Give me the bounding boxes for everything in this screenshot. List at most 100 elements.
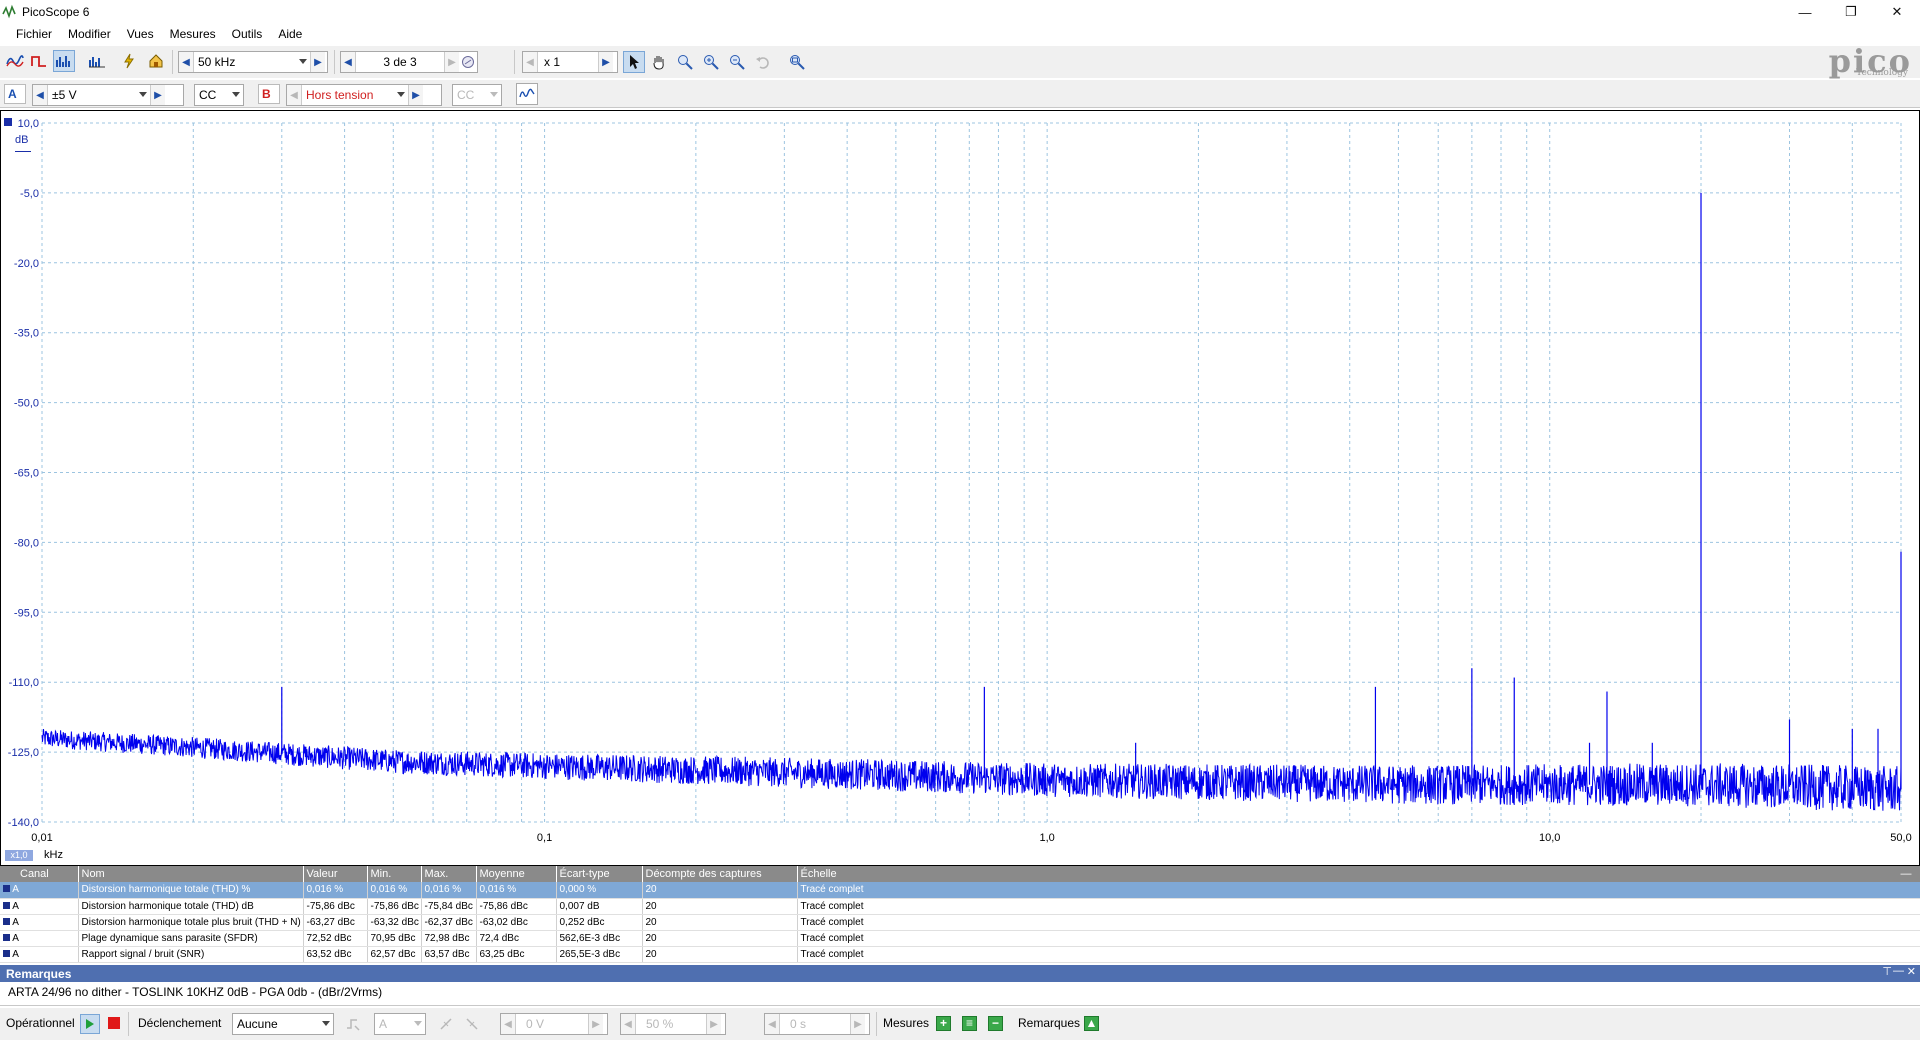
timebase-prev-icon[interactable]: ◀ [179,52,193,72]
col-header-canal[interactable]: Canal [0,866,79,882]
col-header-echelle-label: Échelle [800,868,837,880]
collapse-icon[interactable]: — [1901,868,1912,880]
trigger-level-next-icon[interactable]: ▶ [589,1014,603,1034]
zoom-factor-prev-icon[interactable]: ◀ [523,52,537,72]
falling-edge-icon[interactable] [462,1013,484,1035]
advanced-trigger-icon[interactable] [342,1013,364,1035]
channel-b-coupling-select[interactable]: CC [452,84,502,106]
trigger-delay-spinner[interactable]: ◀ 0 s ▶ [764,1013,870,1035]
col-header-nom[interactable]: Nom [78,866,304,882]
pretrigger-prev-icon[interactable]: ◀ [621,1014,635,1034]
channel-a-range-prev-icon[interactable]: ◀ [33,85,47,105]
timebase-spinner[interactable]: ◀ 50 kHz ▶ [178,51,328,73]
table-row[interactable]: A Distorsion harmonique totale (THD) dB … [0,898,1920,915]
add-measurement-button[interactable]: + [936,1016,951,1031]
minimize-button[interactable]: — [1782,0,1828,24]
channel-a-coupling-select[interactable]: CC [194,84,244,106]
buffer-navigator[interactable]: ◀ 3 de 3 ▶ [340,51,478,73]
channel-b-range-next-icon[interactable]: ▶ [409,85,423,105]
chevron-down-icon [139,92,147,97]
cell-ecart-type: 0,000 % [556,882,643,899]
trigger-channel-select[interactable]: A [374,1013,426,1035]
edit-measurement-button[interactable]: ≡ [962,1016,977,1031]
trigger-mode-select[interactable]: Aucune [232,1013,334,1035]
math-channels-icon[interactable] [516,83,538,105]
col-header-max[interactable]: Max. [421,866,477,882]
zoom-factor-spinner[interactable]: ◀ x 1 ▶ [522,51,618,73]
maximize-button[interactable]: ❐ [1828,0,1874,24]
pretrigger-value[interactable]: 50 % [635,1014,707,1034]
minimize-panel-icon[interactable]: — [1893,965,1904,977]
trigger-delay-next-icon[interactable]: ▶ [851,1014,865,1034]
zoom-factor-next-icon[interactable]: ▶ [599,52,613,72]
channel-a-range-select[interactable]: ±5 V [47,85,151,105]
timebase-select[interactable]: 50 kHz [193,52,311,72]
channel-a-axis-marker[interactable] [4,118,12,126]
menu-outils[interactable]: Outils [224,27,271,41]
zoom-in-icon[interactable] [700,51,722,73]
channel-b-range-prev-icon[interactable]: ◀ [287,85,301,105]
add-view-icon[interactable] [86,50,108,72]
rising-edge-icon[interactable] [436,1013,458,1035]
col-header-echelle[interactable]: Échelle — [797,866,1920,882]
pretrigger-spinner[interactable]: ◀ 50 % ▶ [620,1013,726,1035]
menu-vues[interactable]: Vues [119,27,162,41]
zoom-overview-icon[interactable] [786,51,808,73]
channel-b-range-spinner[interactable]: ◀ Hors tension ▶ [286,84,442,106]
toggle-remarks-button[interactable]: ▲ [1084,1016,1099,1031]
persistence-mode-icon[interactable] [28,50,50,72]
close-panel-icon[interactable]: ✕ [1907,965,1916,978]
pointer-tool-icon[interactable] [623,51,645,73]
trigger-delay-prev-icon[interactable]: ◀ [765,1014,779,1034]
pretrigger-next-icon[interactable]: ▶ [707,1014,721,1034]
capture-counter[interactable]: 3 de 3 [355,52,445,72]
auto-setup-icon[interactable] [118,50,140,72]
channel-a-range-next-icon[interactable]: ▶ [151,85,165,105]
channel-a-button[interactable]: A [4,84,26,104]
hand-tool-icon[interactable] [648,51,670,73]
table-row[interactable]: A Plage dynamique sans parasite (SFDR) 7… [0,930,1920,947]
channel-b-button[interactable]: B [258,84,280,104]
menu-fichier[interactable]: Fichier [8,27,60,41]
scope-mode-icon[interactable] [4,50,26,72]
col-header-valeur[interactable]: Valeur [303,866,368,882]
spectrum-plot[interactable]: 10,0 -5,0 -20,0 -35,0 -50,0 -65,0 -80,0 -95,0 -1… [1,111,1919,865]
menu-mesures[interactable]: Mesures [162,27,224,41]
close-button[interactable]: ✕ [1874,0,1920,24]
channel-a-range-spinner[interactable]: ◀ ±5 V ▶ [32,84,184,106]
menu-aide[interactable]: Aide [270,27,310,41]
buffer-prev-icon[interactable]: ◀ [341,52,355,72]
trigger-delay-value[interactable]: 0 s [779,1014,851,1034]
stop-button[interactable] [108,1017,120,1029]
trigger-level-spinner[interactable]: ◀ 0 V ▶ [500,1013,608,1035]
trigger-level-prev-icon[interactable]: ◀ [501,1014,515,1034]
remarks-text-area[interactable]: ARTA 24/96 no dither - TOSLINK 10KHZ 0dB… [0,982,1920,1006]
spectrum-mode-icon[interactable] [53,50,75,72]
delete-measurement-button[interactable]: − [988,1016,1003,1031]
col-header-ecart-type[interactable]: Écart-type [556,866,643,882]
timebase-next-icon[interactable]: ▶ [311,52,325,72]
col-header-min[interactable]: Min. [367,866,422,882]
table-row[interactable]: A Distorsion harmonique totale (THD) % 0… [0,882,1920,899]
zoom-factor-value[interactable]: x 1 [537,52,599,72]
y-axis-offset-marker[interactable] [15,151,31,152]
channel-b-range-select[interactable]: Hors tension [301,85,409,105]
x-axis-multiplier-badge[interactable]: x1,0 [5,850,33,861]
col-header-decompte[interactable]: Décompte des captures [642,866,798,882]
buffer-next-icon[interactable]: ▶ [445,52,459,72]
trigger-level-value[interactable]: 0 V [515,1014,589,1034]
table-row[interactable]: A Rapport signal / bruit (SNR) 63,52 dBc… [0,946,1920,963]
zoom-area-icon[interactable] [674,51,696,73]
row-marker-icon [3,949,10,957]
y-tick-label: 10,0 [18,118,39,130]
col-header-moyenne[interactable]: Moyenne [476,866,557,882]
zoom-out-icon[interactable] [726,51,748,73]
undo-zoom-icon[interactable] [752,51,774,73]
menu-modifier[interactable]: Modifier [60,27,119,41]
home-icon[interactable] [145,50,167,72]
table-row[interactable]: A Distorsion harmonique totale plus brui… [0,914,1920,931]
start-button[interactable] [80,1014,100,1034]
pin-icon[interactable]: ⊤ [1882,965,1892,978]
buffer-overview-icon[interactable] [459,55,477,69]
spectrum-view[interactable]: 10,0 -5,0 -20,0 -35,0 -50,0 -65,0 -80,0 -95,0 -1… [0,110,1920,866]
